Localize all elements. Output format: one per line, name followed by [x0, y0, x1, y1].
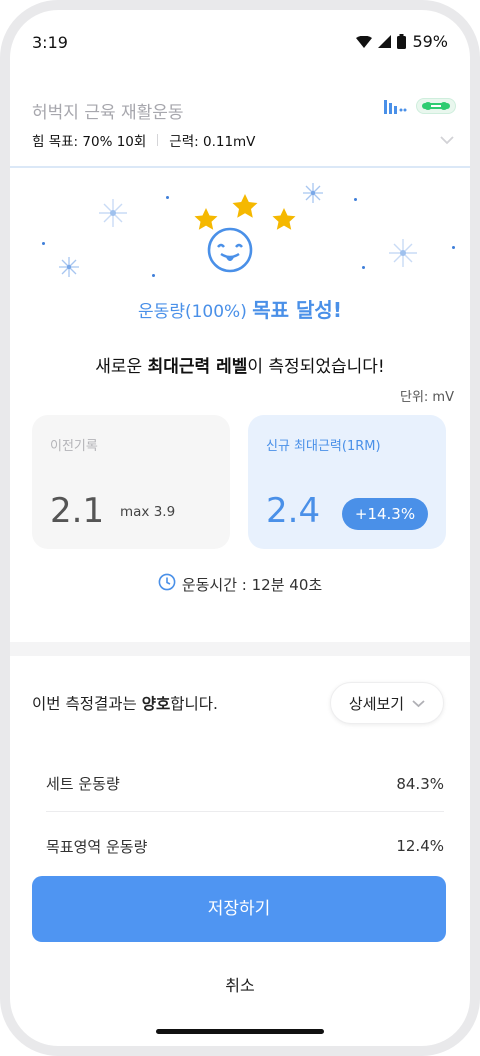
sparkle-icon — [388, 238, 418, 272]
status-bar: 3:19 59% — [10, 10, 470, 70]
chevron-down-icon[interactable] — [440, 130, 454, 149]
celebration-area: 운동량(100%) 목표 달성! — [10, 170, 470, 323]
device-status — [384, 98, 456, 118]
new-record-card: 신규 최대근력(1RM) 2.4 +14.3% — [248, 415, 446, 549]
wifi-icon — [356, 35, 373, 48]
sensor-device-icon — [416, 98, 456, 118]
new-record-value: 2.4 — [266, 491, 321, 531]
previous-record-max: max 3.9 — [120, 504, 176, 520]
strength-text: 근력: 0.11mV — [169, 134, 256, 150]
cancel-button[interactable]: 취소 — [10, 972, 470, 996]
target-zone-volume-label: 목표영역 운동량 — [46, 837, 148, 856]
save-button[interactable]: 저장하기 — [32, 876, 446, 942]
set-volume-value: 84.3% — [396, 774, 444, 793]
exercise-time-text: 운동시간 : 12분 40초 — [181, 575, 323, 594]
signal-icon — [378, 35, 392, 48]
set-volume-label: 세트 운동량 — [46, 775, 120, 793]
new-level-message: 새로운 최대근력 레벨이 측정되었습니다! — [10, 352, 470, 377]
sparkle-dot — [362, 266, 365, 269]
chevron-down-icon — [412, 694, 425, 712]
battery-icon — [397, 34, 407, 49]
new-record-label: 신규 최대근력(1RM) — [266, 439, 381, 454]
exercise-title: 허벅지 근육 재활운동 — [32, 103, 184, 123]
unit-label: 단위: mV — [400, 390, 454, 405]
sparkle-dot — [42, 242, 45, 245]
result-grade: 양호 — [141, 695, 171, 713]
result-prefix: 이번 측정결과는 — [32, 695, 142, 713]
star-icon — [232, 194, 258, 218]
sparkle-dot — [166, 196, 169, 199]
sparkle-dot — [354, 198, 357, 201]
header-divider — [10, 166, 470, 168]
sparkle-dot — [152, 274, 155, 277]
sparkle-dot — [452, 246, 455, 249]
previous-record-card: 이전기록 2.1 max 3.9 — [32, 415, 230, 549]
home-indicator[interactable] — [156, 1029, 324, 1034]
achieve-main: 목표 달성! — [252, 298, 342, 322]
clock-icon — [158, 573, 176, 595]
battery-percent: 59% — [412, 32, 448, 51]
previous-record-value: 2.1 — [50, 491, 105, 531]
goal-achieved-message: 운동량(100%) 목표 달성! — [10, 294, 470, 323]
detail-view-label: 상세보기 — [348, 694, 405, 713]
set-volume-row: 세트 운동량 84.3% — [46, 756, 444, 812]
star-icon — [272, 208, 296, 230]
target-zone-volume-row: 목표영역 운동량 12.4% — [46, 818, 444, 874]
sparkle-icon — [98, 198, 128, 232]
goal-text: 힘 목표: 70% 10회 — [32, 134, 147, 150]
exercise-header: 허벅지 근육 재활운동 힘 목표: 70% 10회 근력: 0.11mV — [10, 88, 470, 168]
new-level-bold: 최대근력 레벨 — [147, 357, 248, 377]
smiley-face-icon — [206, 226, 254, 278]
phone-frame: 3:19 59% 허벅지 근육 재활운동 힘 목표: 70% 10회 근력: 0… — [0, 0, 480, 1056]
status-time: 3:19 — [32, 33, 68, 52]
new-level-text-end: 이 측정되었습니다! — [247, 357, 385, 377]
divider — [157, 134, 159, 146]
new-level-text: 새로운 — [95, 357, 148, 377]
detail-view-button[interactable]: 상세보기 — [330, 682, 444, 724]
signal-bars-icon — [384, 99, 408, 118]
result-message: 이번 측정결과는 양호합니다. — [32, 692, 218, 714]
exercise-time-row: 운동시간 : 12분 40초 — [10, 573, 470, 595]
status-icons: 59% — [356, 32, 448, 51]
sparkle-icon — [302, 182, 324, 208]
previous-record-label: 이전기록 — [50, 439, 98, 454]
exercise-goal-row: 힘 목표: 70% 10회 근력: 0.11mV — [32, 130, 255, 150]
achieve-prefix: 운동량(100%) — [138, 302, 247, 322]
improvement-badge: +14.3% — [342, 498, 428, 530]
target-zone-volume-value: 12.4% — [396, 837, 444, 855]
section-separator — [10, 642, 470, 656]
result-suffix: 합니다. — [170, 695, 218, 713]
sparkle-icon — [58, 256, 80, 282]
